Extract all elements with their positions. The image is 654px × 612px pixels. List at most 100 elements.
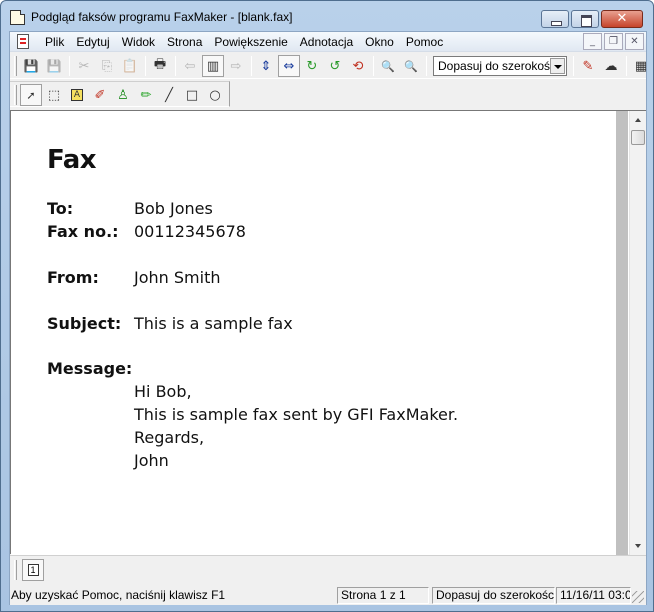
field-label: To: (47, 199, 74, 218)
arrow-right-icon: ⇨ (230, 58, 242, 74)
cut-icon: ✂ (78, 58, 90, 74)
fit-height-button[interactable]: ⇕ (255, 55, 277, 77)
rectangle-icon: □ (185, 87, 199, 103)
status-datetime: 11/16/11 03:0 (556, 587, 631, 604)
field-value: 00112345678 (134, 222, 246, 241)
save-as-icon: 💾 (46, 59, 62, 73)
paste-icon: 📋 (121, 58, 139, 74)
mdi-restore-button[interactable]: ❐ (604, 33, 623, 50)
status-zoom: Dopasuj do szerokości (432, 587, 555, 604)
toolbar-grip[interactable] (14, 56, 17, 76)
status-help-text: Aby uzyskać Pomoc, naciśnij klawisz F1 (11, 588, 226, 602)
fit-width-icon: ⇔ (283, 58, 295, 74)
toolbar-separator (145, 56, 146, 76)
close-button[interactable]: ✕ (601, 10, 643, 28)
cut-button[interactable]: ✂ (73, 55, 95, 77)
mdi-minimize-button[interactable]: _ (583, 33, 602, 50)
save-as-button[interactable]: 💾 (43, 55, 65, 77)
previous-page-button[interactable]: ⇦ (179, 55, 201, 77)
thumbnails-icon: ▦ (634, 58, 648, 74)
thumbnails-button[interactable]: ▦ (630, 55, 652, 77)
pointer-tool-button[interactable]: ➚ (20, 84, 42, 106)
rotate-right-icon: ↻ (306, 58, 318, 74)
menu-widok[interactable]: Widok (116, 35, 161, 49)
toolbar-grip[interactable] (14, 85, 17, 105)
annotate-button[interactable]: ✎ (577, 55, 599, 77)
line-tool-button[interactable]: ╱ (158, 84, 180, 106)
fax-page: Fax To: Bob Jones Fax no.: 00112345678 F… (11, 111, 616, 555)
highlighter-tool-button[interactable]: ✐ (89, 84, 111, 106)
maximize-button[interactable] (571, 10, 599, 28)
page-view-button[interactable]: ▥ (202, 55, 224, 77)
zoom-level-select[interactable]: Dopasuj do szerokości (433, 56, 567, 76)
stamp-tool-button[interactable]: ♙ (112, 84, 134, 106)
select-rectangle-tool-button[interactable]: ⬚ (43, 84, 65, 106)
rotate-right-button[interactable]: ↻ (301, 55, 323, 77)
menu-edytuj[interactable]: Edytuj (70, 35, 115, 49)
toolbar-separator (251, 56, 252, 76)
app-window: Podgląd faksów programu FaxMaker - [blan… (0, 0, 654, 612)
fit-width-button[interactable]: ⇔ (278, 55, 300, 77)
text-tool-button[interactable]: A (66, 84, 88, 106)
highlighter-icon: ✐ (94, 87, 106, 103)
menu-plik[interactable]: Plik (39, 35, 70, 49)
text-annotation-icon: A (70, 89, 84, 101)
select-rectangle-icon: ⬚ (47, 87, 61, 103)
scroll-thumb[interactable] (631, 130, 645, 145)
stamp-icon: ♙ (117, 87, 129, 103)
message-line: Regards, (134, 428, 205, 447)
menu-okno[interactable]: Okno (359, 35, 400, 49)
page-tabs-bar: 1 (10, 555, 646, 585)
rotate-left-icon: ↺ (329, 58, 341, 74)
fax-content: Fax To: Bob Jones Fax no.: 00112345678 F… (47, 145, 458, 470)
mdi-close-button[interactable]: ✕ (625, 33, 644, 50)
vertical-scrollbar[interactable] (629, 111, 646, 555)
title-bar[interactable]: Podgląd faksów programu FaxMaker - [blan… (1, 1, 653, 31)
lasso-button[interactable]: ☁ (600, 55, 622, 77)
fax-document-icon (10, 10, 25, 25)
field-label: Fax no.: (47, 222, 119, 241)
fit-height-icon: ⇕ (260, 58, 272, 74)
chevron-down-icon[interactable] (550, 58, 565, 74)
toolbar-grip[interactable] (14, 560, 17, 580)
message-line: John (134, 451, 169, 470)
document-view[interactable]: Fax To: Bob Jones Fax no.: 00112345678 F… (10, 110, 646, 555)
page-shadow (616, 111, 628, 555)
pointer-icon: ➚ (26, 88, 36, 102)
page-view-icon: ▥ (206, 58, 220, 74)
zoom-in-button[interactable]: 🔍 (400, 55, 422, 77)
paste-button[interactable]: 📋 (119, 55, 141, 77)
window-title: Podgląd faksów programu FaxMaker - [blan… (31, 10, 293, 24)
message-line: Hi Bob, (134, 382, 192, 401)
next-page-button[interactable]: ⇨ (225, 55, 247, 77)
save-button[interactable]: 💾 (20, 55, 42, 77)
status-page: Strona 1 z 1 (337, 587, 429, 604)
flip-button[interactable]: ⟲ (347, 55, 369, 77)
rotate-left-button[interactable]: ↺ (324, 55, 346, 77)
minimize-button[interactable] (541, 10, 569, 28)
menu-adnotacja[interactable]: Adnotacja (294, 35, 359, 49)
field-label: Message: (47, 359, 133, 378)
field-label: Subject: (47, 314, 122, 333)
client-area: Plik Edytuj Widok Strona Powiększenie Ad… (9, 31, 647, 605)
rectangle-tool-button[interactable]: □ (181, 84, 203, 106)
page-tab-1[interactable]: 1 (22, 559, 44, 581)
toolbar-separator (626, 56, 627, 76)
print-button[interactable]: 🖶 (149, 55, 171, 77)
copy-button[interactable]: ⎘ (96, 55, 118, 77)
menu-pomoc[interactable]: Pomoc (400, 35, 449, 49)
pen-tool-button[interactable]: ✏ (135, 84, 157, 106)
menu-strona[interactable]: Strona (161, 35, 208, 49)
printer-icon: 🖶 (153, 57, 167, 72)
document-system-menu-icon[interactable] (17, 34, 29, 49)
scroll-down-button[interactable] (630, 538, 646, 555)
zoom-level-value: Dopasuj do szerokości (438, 59, 559, 73)
ellipse-tool-button[interactable]: ○ (204, 84, 226, 106)
scroll-up-button[interactable] (630, 111, 646, 128)
zoom-in-icon: 🔍 (404, 59, 418, 73)
zoom-out-button[interactable]: 🔍 (377, 55, 399, 77)
fax-heading: Fax (47, 145, 97, 175)
copy-icon: ⎘ (101, 58, 113, 74)
resize-grip[interactable] (632, 591, 644, 603)
menu-powiekszenie[interactable]: Powiększenie (208, 35, 293, 49)
